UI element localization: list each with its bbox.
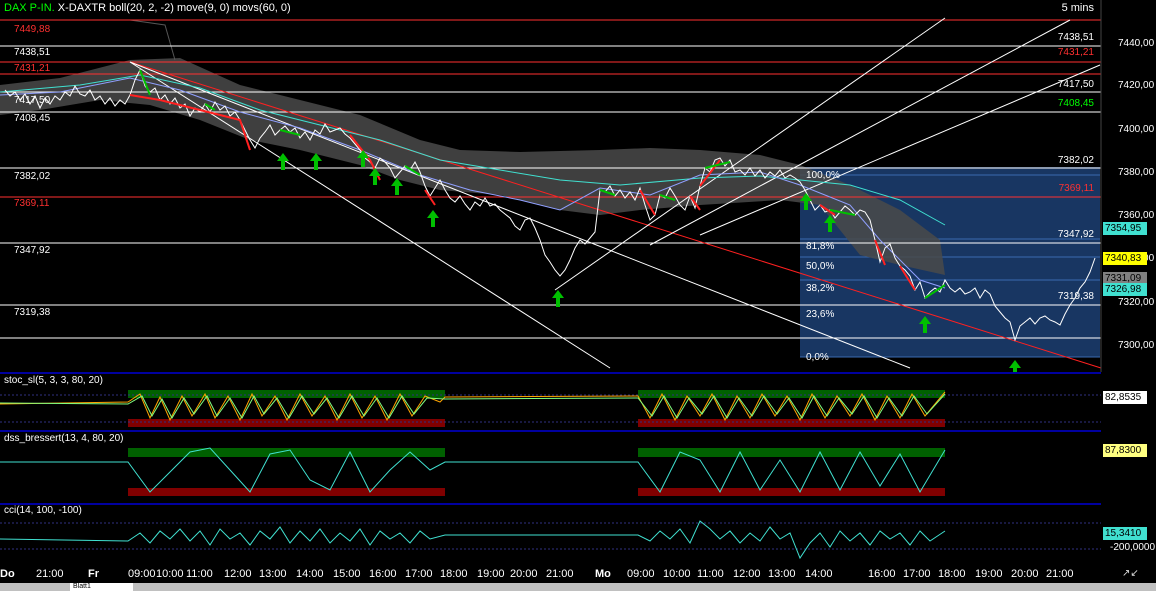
sheet-tab-bar: Blatt1 <box>0 583 1156 591</box>
time-label: Mo <box>595 568 611 580</box>
low-price-badge: 7326,98 <box>1103 283 1147 296</box>
price-tick: 7320,00 <box>1118 297 1155 308</box>
cci-chart[interactable] <box>0 503 1156 567</box>
stoc-value-badge: 82,8535 <box>1103 391 1147 404</box>
level-label: 7438,51 <box>14 47 51 58</box>
cci-pane[interactable]: cci(14, 100, -100) 15,3410 -200,0000 <box>0 503 1156 567</box>
chart-title: DAX P-IN. X-DAXTR boll(20, 2, -2) move(9… <box>4 2 291 15</box>
time-label: 20:00 <box>1011 568 1039 580</box>
time-label: Fr <box>88 568 99 580</box>
fib-label: 50,0% <box>806 261 835 272</box>
level-label: 7449,88 <box>14 24 51 35</box>
level-label: 7417,50 <box>14 95 51 106</box>
time-label: 13:00 <box>768 568 796 580</box>
dss-title: dss_bressert(13, 4, 80, 20) <box>4 433 124 444</box>
sheet-tab[interactable]: Blatt1 <box>70 583 133 591</box>
level-label: 7319,38 <box>14 307 51 318</box>
fib-label: 81,8% <box>806 241 835 252</box>
fib-label: 0,0% <box>806 352 829 363</box>
level-label: 7431,21 <box>1057 47 1094 58</box>
time-label: Do <box>0 568 15 580</box>
level-label: 7417,50 <box>1057 79 1094 90</box>
time-label: 19:00 <box>477 568 505 580</box>
time-label: 21:00 <box>1046 568 1074 580</box>
time-label: 14:00 <box>805 568 833 580</box>
dss-chart[interactable] <box>0 430 1156 503</box>
symbol-name: X-DAXTR <box>57 2 107 14</box>
level-label: 7369,11 <box>1058 183 1094 194</box>
level-label: 7382,02 <box>14 171 51 182</box>
price-tick: 7360,00 <box>1118 210 1155 221</box>
symbol-prefix: DAX P-IN. <box>4 2 55 14</box>
time-label: 16:00 <box>369 568 397 580</box>
price-tick: 7300,00 <box>1118 340 1155 351</box>
time-label: 18:00 <box>938 568 966 580</box>
level-label: 7319,38 <box>1057 291 1094 302</box>
price-pane[interactable]: DAX P-IN. X-DAXTR boll(20, 2, -2) move(9… <box>0 0 1156 372</box>
time-label: 21:00 <box>36 568 64 580</box>
time-label: 18:00 <box>440 568 468 580</box>
fib-label: 38,2% <box>806 283 835 294</box>
price-tick: 7420,00 <box>1118 80 1155 91</box>
price-chart[interactable] <box>0 0 1156 372</box>
last-price-badge: 7340,83 <box>1103 252 1147 265</box>
level-label: 7347,92 <box>14 245 51 256</box>
level-label: 7382,02 <box>1057 155 1094 166</box>
dss-pane[interactable]: dss_bressert(13, 4, 80, 20) 87,8300 <box>0 430 1156 503</box>
cci-title: cci(14, 100, -100) <box>4 505 82 516</box>
price-tick: 7400,00 <box>1118 124 1155 135</box>
level-label: 7408,45 <box>14 113 51 124</box>
time-label: 14:00 <box>296 568 324 580</box>
stoc-chart[interactable] <box>0 372 1156 430</box>
zoom-arrows-icon[interactable]: ↗↙ <box>1122 568 1144 582</box>
time-label: 10:00 <box>663 568 691 580</box>
time-label: 12:00 <box>224 568 252 580</box>
time-label: 09:00 <box>627 568 655 580</box>
time-label: 10:00 <box>156 568 184 580</box>
timeframe-label: 5 mins <box>1061 2 1094 14</box>
time-axis: Do 21:00 Fr 09:00 10:00 11:00 12:00 13:0… <box>0 567 1156 581</box>
time-label: 12:00 <box>733 568 761 580</box>
time-label: 16:00 <box>868 568 896 580</box>
time-label: 19:00 <box>975 568 1003 580</box>
fib-label: 100,0% <box>806 170 840 181</box>
price-tick: 7440,00 <box>1118 38 1155 49</box>
level-label: 7431,21 <box>14 63 51 74</box>
fib-label: 23,6% <box>806 309 835 320</box>
time-label: 15:00 <box>333 568 361 580</box>
stoc-pane[interactable]: stoc_sl(5, 3, 3, 80, 20) 82,8535 <box>0 372 1156 430</box>
time-label: 17:00 <box>405 568 433 580</box>
level-label: 7408,45 <box>1057 98 1094 109</box>
cci-level-label: -200,0000 <box>1110 542 1156 553</box>
time-label: 13:00 <box>259 568 287 580</box>
time-label: 11:00 <box>697 568 724 580</box>
level-label: 7347,92 <box>1057 229 1094 240</box>
dss-value-badge: 87,8300 <box>1103 444 1147 457</box>
level-label: 7438,51 <box>1057 32 1094 43</box>
cci-value-badge: 15,3410 <box>1103 527 1147 540</box>
upper-band-badge: 7354,95 <box>1103 222 1147 235</box>
time-label: 21:00 <box>546 568 574 580</box>
time-label: 17:00 <box>903 568 931 580</box>
time-label: 20:00 <box>510 568 538 580</box>
level-label: 7369,11 <box>14 198 50 209</box>
indicator-list: boll(20, 2, -2) move(9, 0) movs(60, 0) <box>109 2 291 14</box>
price-tick: 7380,00 <box>1118 167 1155 178</box>
time-label: 11:00 <box>186 568 213 580</box>
stoc-title: stoc_sl(5, 3, 3, 80, 20) <box>4 375 103 386</box>
time-label: 09:00 <box>128 568 156 580</box>
